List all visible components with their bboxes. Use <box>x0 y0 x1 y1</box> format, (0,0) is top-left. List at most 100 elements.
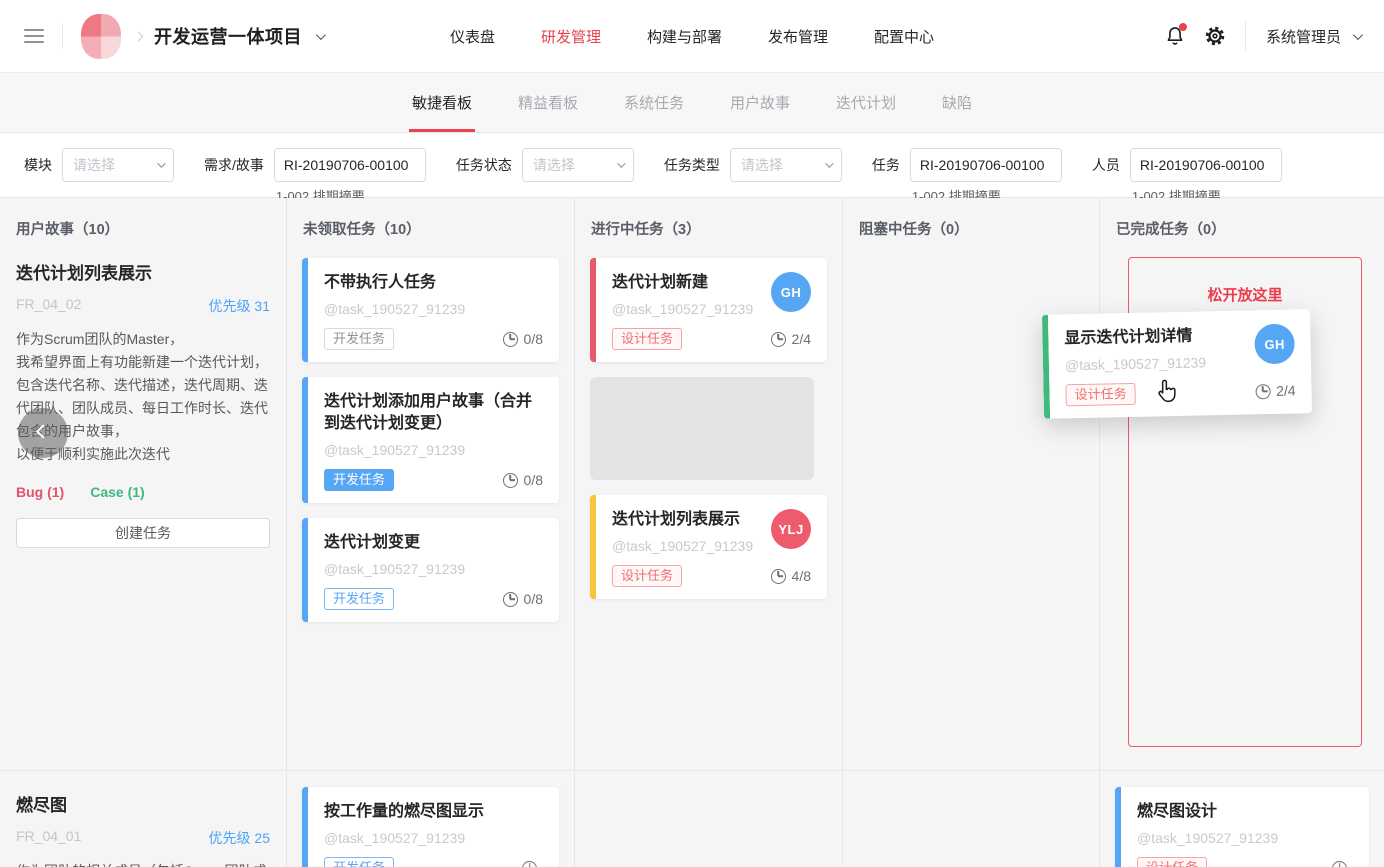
drag-placeholder <box>590 377 814 480</box>
task-id: @task_190527_91239 <box>1137 830 1353 846</box>
bug-counter[interactable]: Bug (1) <box>16 484 64 500</box>
task-title: 不带执行人任务 <box>324 272 543 294</box>
story-title[interactable]: 燃尽图 <box>16 791 270 816</box>
column-user-stories: 用户故事（10） 迭代计划列表展示 FR_04_02 优先级 31 作为Scru… <box>0 198 287 867</box>
task-title: 迭代计划变更 <box>324 532 543 554</box>
nav-item-build-deploy[interactable]: 构建与部署 <box>647 26 722 47</box>
task-hours: 0/8 <box>524 591 543 607</box>
task-hours: 4/8 <box>792 568 811 584</box>
nav-item-dev-management[interactable]: 研发管理 <box>541 26 601 47</box>
task-id: @task_190527_91239 <box>324 301 543 317</box>
column-blocked-tasks: 阻塞中任务（0） <box>843 198 1100 867</box>
dragging-task-card[interactable]: 显示迭代计划详情 @task_190527_91239 设计任务 2/4 GH <box>1042 309 1312 419</box>
clock-icon <box>503 473 518 488</box>
story-filter-label: 需求/故事 <box>204 148 264 182</box>
divider <box>1245 21 1246 51</box>
column-unclaimed-tasks: 未领取任务（10） 不带执行人任务 @task_190527_91239 开发任… <box>287 198 575 867</box>
task-type-tag: 设计任务 <box>612 328 682 350</box>
user-menu[interactable]: 系统管理员 <box>1266 26 1341 47</box>
clock-icon <box>1255 384 1270 399</box>
column-header: 未领取任务（10） <box>287 198 574 239</box>
task-card[interactable]: 迭代计划变更 @task_190527_91239 开发任务 0/8 <box>302 518 559 622</box>
story-card[interactable]: 燃尽图 FR_04_01 优先级 25 作为团队的相关成员（包括Scrum团队成 <box>0 791 286 867</box>
nav-item-release[interactable]: 发布管理 <box>768 26 828 47</box>
task-id: @task_190527_91239 <box>324 561 543 577</box>
task-status-select[interactable]: 请选择 <box>522 148 634 182</box>
breadcrumb-chevron-icon <box>135 27 142 45</box>
task-type-tag: 设计任务 <box>1137 857 1207 867</box>
task-filter-label: 任务 <box>872 148 900 182</box>
clock-icon <box>1332 861 1347 867</box>
user-dropdown-icon[interactable] <box>1353 27 1360 45</box>
task-card[interactable]: 迭代计划列表展示 @task_190527_91239 设计任务 4/8 YLJ <box>590 495 827 599</box>
notification-bell-icon[interactable] <box>1161 22 1189 50</box>
person-filter-label: 人员 <box>1092 148 1120 182</box>
task-type-filter-label: 任务类型 <box>664 148 720 182</box>
task-title: 按工作量的燃尽图显示 <box>324 801 543 823</box>
task-hours: 2/4 <box>792 331 811 347</box>
task-type-tag: 开发任务 <box>324 857 394 867</box>
divider <box>62 23 63 49</box>
story-filter-input[interactable] <box>274 148 426 182</box>
task-type-tag: 开发任务 <box>324 328 394 350</box>
nav-item-dashboard[interactable]: 仪表盘 <box>450 26 495 47</box>
tab-agile-board[interactable]: 敏捷看板 <box>412 73 472 132</box>
clock-icon <box>522 861 537 867</box>
clock-icon <box>503 592 518 607</box>
column-in-progress-tasks: 进行中任务（3） 迭代计划新建 @task_190527_91239 设计任务 … <box>575 198 843 867</box>
task-type-tag: 设计任务 <box>1065 383 1135 406</box>
filter-bar: 模块 请选择 需求/故事 1-002 排期摘要 任务状态 请选择 任务类型 请选… <box>0 133 1384 198</box>
task-filter-input[interactable] <box>910 148 1062 182</box>
column-header: 阻塞中任务（0） <box>843 198 1099 239</box>
task-card[interactable]: 按工作量的燃尽图显示 @task_190527_91239 开发任务 <box>302 787 559 867</box>
column-header: 已完成任务（0） <box>1100 198 1384 239</box>
task-card[interactable]: 迭代计划新建 @task_190527_91239 设计任务 2/4 GH <box>590 258 827 362</box>
story-code: FR_04_01 <box>16 828 81 848</box>
module-filter-label: 模块 <box>24 148 52 182</box>
column-completed-tasks: 已完成任务（0） 松开放这里 燃尽图设计 @task_190527_91239 … <box>1100 198 1384 867</box>
task-id: @task_190527_91239 <box>324 830 543 846</box>
story-code: FR_04_02 <box>16 296 81 316</box>
tab-system-tasks[interactable]: 系统任务 <box>624 73 684 132</box>
task-type-tag: 开发任务 <box>324 469 394 491</box>
case-counter[interactable]: Case (1) <box>90 484 144 500</box>
task-card[interactable]: 不带执行人任务 @task_190527_91239 开发任务 0/8 <box>302 258 559 362</box>
story-prev-arrow-button[interactable] <box>18 408 68 458</box>
nav-item-config-center[interactable]: 配置中心 <box>874 26 934 47</box>
notification-badge <box>1179 23 1187 31</box>
task-card[interactable]: 迭代计划添加用户故事（合并到迭代计划变更） @task_190527_91239… <box>302 377 559 503</box>
task-type-select[interactable]: 请选择 <box>730 148 842 182</box>
person-filter-input[interactable] <box>1130 148 1282 182</box>
story-card[interactable]: 迭代计划列表展示 FR_04_02 优先级 31 作为Scrum团队的Maste… <box>0 259 286 548</box>
project-dropdown-icon[interactable] <box>316 27 323 45</box>
task-hours: 2/4 <box>1276 383 1296 399</box>
assignee-avatar[interactable]: YLJ <box>771 509 811 549</box>
app-logo[interactable] <box>81 14 121 59</box>
clock-icon <box>771 332 786 347</box>
task-type-tag: 设计任务 <box>612 565 682 587</box>
story-title[interactable]: 迭代计划列表展示 <box>16 259 270 284</box>
project-title[interactable]: 开发运营一体项目 <box>154 23 302 49</box>
task-card[interactable]: 燃尽图设计 @task_190527_91239 设计任务 <box>1115 787 1369 867</box>
task-status-filter-label: 任务状态 <box>456 148 512 182</box>
menu-icon[interactable] <box>24 29 44 43</box>
drop-here-label: 松开放这里 <box>1129 284 1361 305</box>
task-type-tag: 开发任务 <box>324 588 394 610</box>
create-task-button[interactable]: 创建任务 <box>16 518 270 548</box>
column-header: 进行中任务（3） <box>575 198 842 239</box>
tab-defects[interactable]: 缺陷 <box>942 73 972 132</box>
main-nav: 仪表盘 研发管理 构建与部署 发布管理 配置中心 <box>450 26 934 47</box>
task-id: @task_190527_91239 <box>324 442 543 458</box>
settings-gear-icon[interactable] <box>1201 22 1229 50</box>
module-select[interactable]: 请选择 <box>62 148 174 182</box>
task-title: 燃尽图设计 <box>1137 801 1353 823</box>
tab-user-stories[interactable]: 用户故事 <box>730 73 790 132</box>
board-tabs: 敏捷看板 精益看板 系统任务 用户故事 迭代计划 缺陷 <box>0 73 1384 133</box>
clock-icon <box>503 332 518 347</box>
story-priority: 优先级 31 <box>209 296 270 316</box>
assignee-avatar[interactable]: GH <box>771 272 811 312</box>
column-header: 用户故事（10） <box>0 198 286 239</box>
tab-lean-board[interactable]: 精益看板 <box>518 73 578 132</box>
task-title: 迭代计划添加用户故事（合并到迭代计划变更） <box>324 391 543 435</box>
tab-iteration-plan[interactable]: 迭代计划 <box>836 73 896 132</box>
